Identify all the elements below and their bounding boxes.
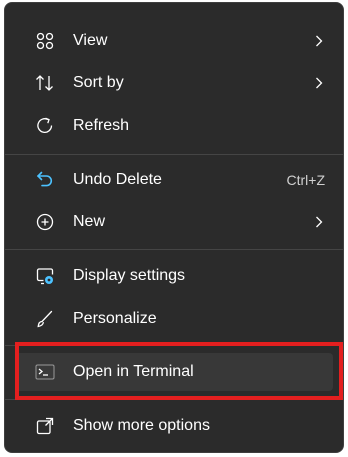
menu-separator xyxy=(5,249,343,250)
menu-item-show-more-options[interactable]: Show more options xyxy=(15,407,333,445)
show-more-options-icon xyxy=(35,416,55,436)
menu-item-refresh[interactable]: Refresh xyxy=(15,107,333,145)
menu-item-new[interactable]: New xyxy=(15,203,333,241)
menu-item-sort-by[interactable]: Sort by xyxy=(15,64,333,102)
menu-item-label: Undo Delete xyxy=(73,171,162,188)
menu-item-label: View xyxy=(73,32,108,49)
display-settings-icon xyxy=(35,266,55,286)
refresh-icon xyxy=(35,116,55,136)
menu-item-view[interactable]: View xyxy=(15,22,333,60)
menu-item-label: Sort by xyxy=(73,74,124,91)
menu-item-label: Refresh xyxy=(73,117,130,134)
chevron-right-icon xyxy=(316,77,323,89)
view-grid-icon xyxy=(35,31,55,51)
shortcut-hint: Ctrl+Z xyxy=(286,172,326,188)
desktop-context-menu: View Sort by Refresh Undo Delete Ctrl+Z … xyxy=(4,2,344,453)
chevron-right-icon xyxy=(316,35,323,47)
terminal-icon xyxy=(35,362,55,382)
chevron-right-icon xyxy=(316,216,323,228)
menu-item-label: Personalize xyxy=(73,310,157,327)
menu-item-label: Display settings xyxy=(73,267,186,284)
menu-item-undo-delete[interactable]: Undo Delete Ctrl+Z xyxy=(15,161,333,199)
personalize-brush-icon xyxy=(35,309,55,329)
menu-item-personalize[interactable]: Personalize xyxy=(15,300,333,338)
sort-arrows-icon xyxy=(35,73,55,93)
menu-item-label: Show more options xyxy=(73,417,210,434)
undo-icon xyxy=(35,170,55,190)
new-plus-icon xyxy=(35,212,55,232)
menu-item-display-settings[interactable]: Display settings xyxy=(15,257,333,295)
menu-separator xyxy=(5,345,343,346)
menu-separator xyxy=(5,399,343,400)
menu-item-label: New xyxy=(73,213,106,230)
menu-item-open-in-terminal[interactable]: Open in Terminal xyxy=(15,353,333,391)
menu-separator xyxy=(5,154,343,155)
menu-item-label: Open in Terminal xyxy=(73,363,194,380)
